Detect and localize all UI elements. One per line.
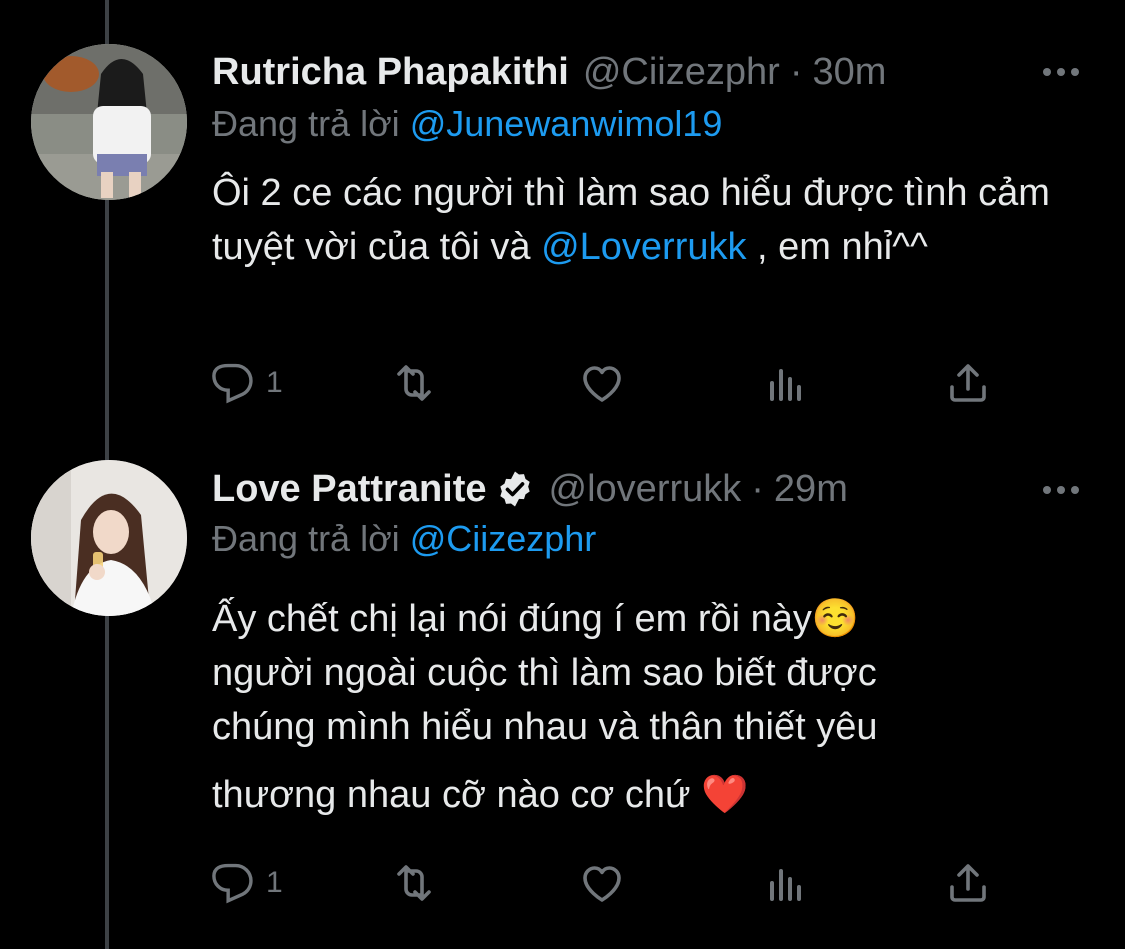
avatar[interactable] <box>31 460 187 616</box>
replying-to: Đang trả lời @Ciizezphr <box>212 517 596 561</box>
action-bar: 1 <box>212 358 1012 408</box>
reply-icon <box>212 363 253 404</box>
like-icon <box>583 866 621 902</box>
tweet-text-line: người ngoài cuộc thì làm sao biết được <box>212 652 877 694</box>
tweet-text-line: thương nhau cỡ nào cơ chứ ❤️ <box>212 774 749 816</box>
action-bar: 1 <box>212 858 1012 908</box>
retweet-button[interactable] <box>390 858 438 908</box>
reply-count: 1 <box>266 366 283 399</box>
analytics-icon <box>770 369 801 401</box>
separator-dot: · <box>789 51 803 93</box>
tweet-text: Ấy chết chị lại nói đúng í em rồi này☺️ … <box>212 592 1092 822</box>
display-name[interactable]: Love Pattranite <box>212 467 487 511</box>
reply-icon <box>212 863 253 904</box>
reply-button[interactable]: 1 <box>212 858 283 908</box>
replying-mention-link[interactable]: @Ciizezphr <box>410 518 597 559</box>
tweet-2[interactable]: Love Pattranite @loverrukk · 29m Đang tr… <box>0 440 1125 949</box>
replying-prefix: Đang trả lời <box>212 103 400 144</box>
tweet-1[interactable]: Rutricha Phapakithi @Ciizezphr · 30m Đan… <box>0 0 1125 440</box>
analytics-button[interactable] <box>762 858 810 908</box>
replying-prefix: Đang trả lời <box>212 518 400 559</box>
timestamp[interactable]: 29m <box>774 467 848 511</box>
share-icon <box>950 364 986 402</box>
more-icon[interactable] <box>1041 480 1081 500</box>
user-handle[interactable]: @Ciizezphr <box>583 50 780 94</box>
analytics-button[interactable] <box>762 358 810 408</box>
more-icon[interactable] <box>1041 62 1081 82</box>
mention-link[interactable]: @Loverrukk <box>541 226 746 268</box>
timestamp[interactable]: 30m <box>812 50 886 94</box>
share-button[interactable] <box>944 858 992 908</box>
reply-count: 1 <box>266 866 283 899</box>
like-button[interactable] <box>578 358 626 408</box>
user-handle[interactable]: @loverrukk <box>549 467 742 511</box>
verified-icon <box>495 469 535 509</box>
retweet-icon <box>397 865 431 901</box>
like-icon <box>583 366 621 402</box>
retweet-icon <box>397 365 431 401</box>
share-icon <box>950 864 986 902</box>
replying-mention-link[interactable]: @Junewanwimol19 <box>410 103 723 144</box>
tweet-text: Ôi 2 ce các người thì làm sao hiểu được … <box>212 166 1092 274</box>
reply-button[interactable]: 1 <box>212 358 283 408</box>
tweet-header: Love Pattranite @loverrukk · 29m <box>212 467 848 511</box>
separator-dot: · <box>751 468 764 510</box>
like-button[interactable] <box>578 858 626 908</box>
display-name[interactable]: Rutricha Phapakithi <box>212 50 569 94</box>
retweet-button[interactable] <box>390 358 438 408</box>
analytics-icon <box>770 869 801 901</box>
avatar[interactable] <box>31 44 187 200</box>
tweet-text-line: Ấy chết chị lại nói đúng í em rồi này☺️ <box>212 598 860 640</box>
tweet-header: Rutricha Phapakithi @Ciizezphr · 30m <box>212 50 886 94</box>
tweet-text-line: chúng mình hiểu nhau và thân thiết yêu <box>212 706 878 748</box>
replying-to: Đang trả lời @Junewanwimol19 <box>212 102 722 146</box>
tweet-text-part: , em nhỉ^^ <box>746 226 928 268</box>
share-button[interactable] <box>944 358 992 408</box>
